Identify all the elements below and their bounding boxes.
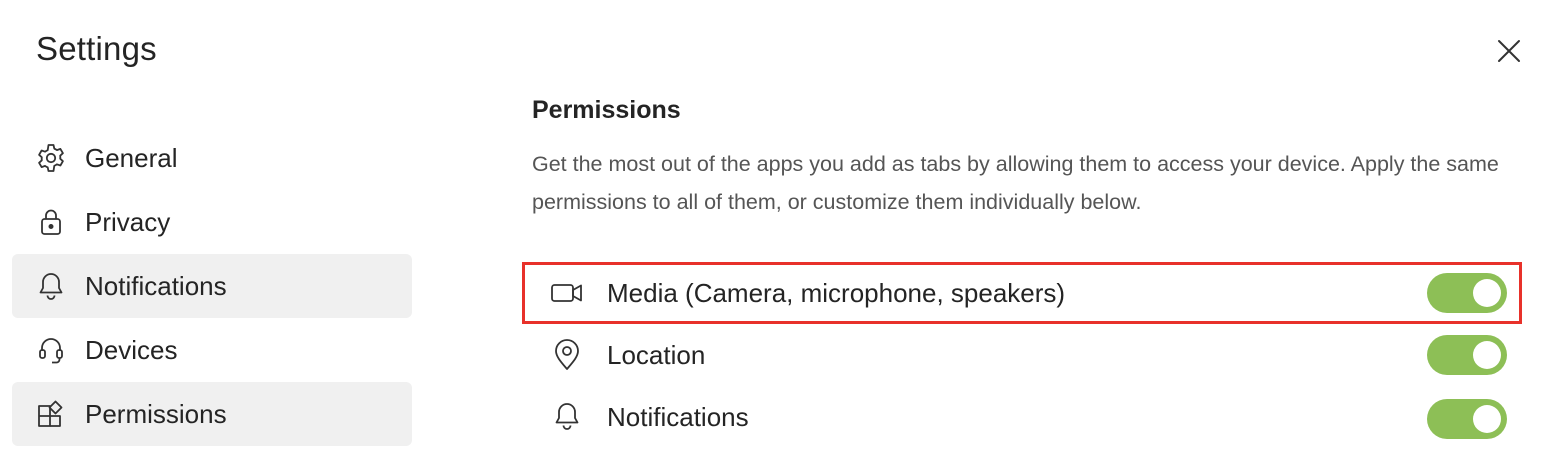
sidebar-item-privacy[interactable]: Privacy xyxy=(12,190,412,254)
close-button[interactable] xyxy=(1492,34,1526,68)
close-icon xyxy=(1497,39,1521,63)
toggle-knob xyxy=(1473,405,1501,433)
sidebar-item-label: Permissions xyxy=(85,398,227,429)
permission-label: Media (Camera, microphone, speakers) xyxy=(607,277,1066,308)
permission-row-media: Media (Camera, microphone, speakers) xyxy=(522,262,1522,324)
section-title: Permissions xyxy=(532,96,681,124)
sidebar-item-label: Notifications xyxy=(85,270,227,301)
lock-icon xyxy=(34,205,68,239)
media-permission-toggle[interactable] xyxy=(1427,273,1507,313)
permission-row-location: Location xyxy=(522,324,1522,386)
sidebar-item-notifications[interactable]: Notifications xyxy=(12,254,412,318)
sidebar-item-label: Devices xyxy=(85,334,178,365)
permission-label: Location xyxy=(607,339,706,370)
dialog-title: Settings xyxy=(36,30,157,67)
sidebar-item-devices[interactable]: Devices xyxy=(12,318,412,382)
settings-sidebar: General Privacy Notifications Devices Pe… xyxy=(12,126,412,446)
settings-dialog: Settings General Privacy Notifications D… xyxy=(0,0,1560,460)
toggle-knob xyxy=(1473,279,1501,307)
location-pin-icon xyxy=(549,337,585,373)
notifications-permission-toggle[interactable] xyxy=(1427,399,1507,439)
sidebar-item-label: General xyxy=(85,142,178,173)
bell-icon xyxy=(549,399,585,435)
sidebar-item-permissions[interactable]: Permissions xyxy=(12,382,412,446)
location-permission-toggle[interactable] xyxy=(1427,335,1507,375)
sidebar-item-label: Privacy xyxy=(85,206,171,237)
headset-icon xyxy=(34,333,68,367)
permission-row-notifications: Notifications xyxy=(522,386,1522,448)
gear-icon xyxy=(34,141,68,175)
sidebar-item-general[interactable]: General xyxy=(12,126,412,190)
video-camera-icon xyxy=(549,275,585,311)
bell-icon xyxy=(34,269,68,303)
permission-list: Media (Camera, microphone, speakers) Loc… xyxy=(522,262,1522,448)
apps-icon xyxy=(34,397,68,431)
toggle-knob xyxy=(1473,341,1501,369)
permission-label: Notifications xyxy=(607,401,749,432)
permissions-panel: Permissions Get the most out of the apps… xyxy=(532,96,1522,221)
section-description: Get the most out of the apps you add as … xyxy=(532,152,1499,214)
